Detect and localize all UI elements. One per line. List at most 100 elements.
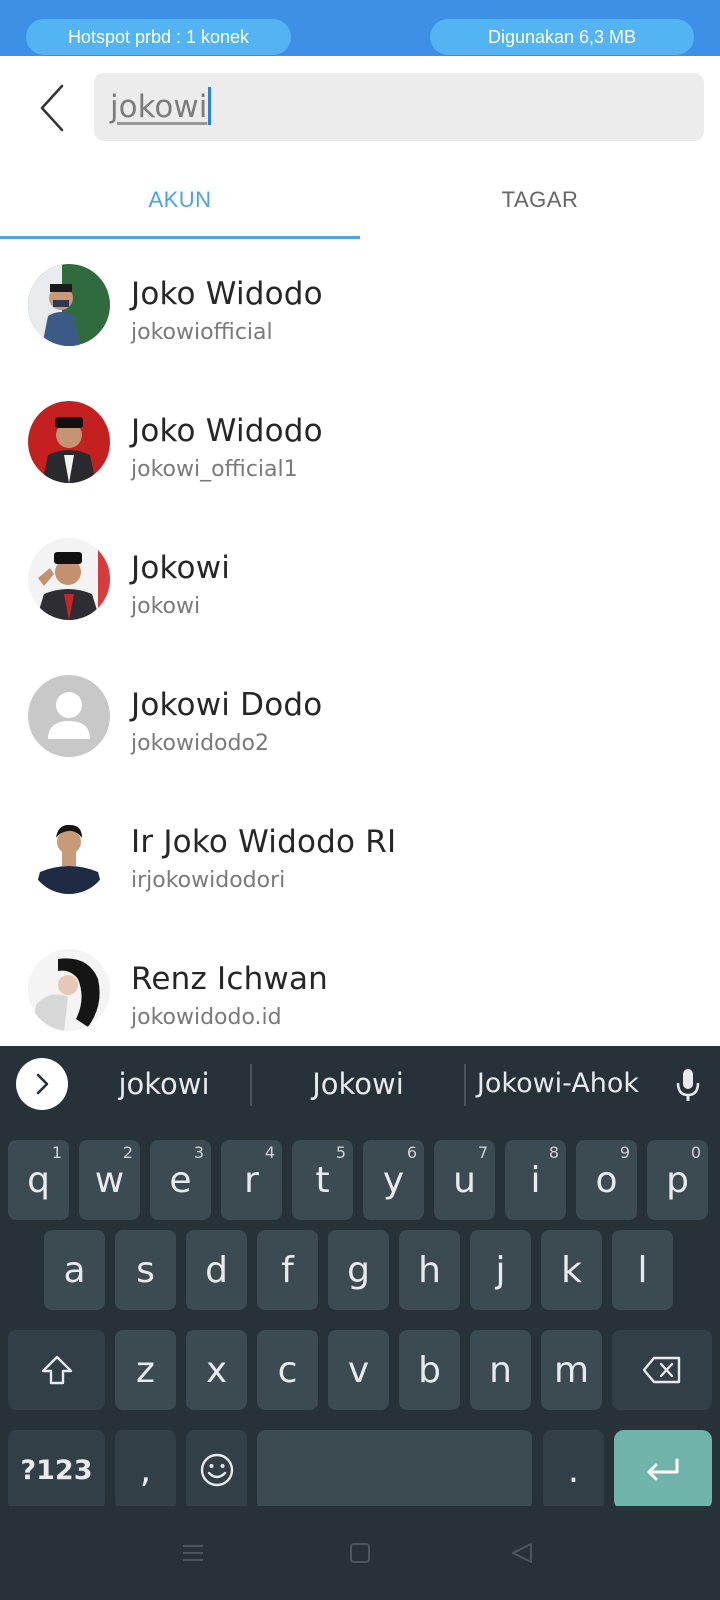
key-n[interactable]: n	[470, 1330, 531, 1410]
shift-icon	[41, 1355, 72, 1385]
voice-input-button[interactable]	[666, 1060, 710, 1110]
key-g[interactable]: g	[328, 1230, 389, 1310]
enter-icon	[647, 1458, 679, 1481]
key-k[interactable]: k	[541, 1230, 602, 1310]
key-o[interactable]: o9	[576, 1140, 637, 1220]
key-label: u	[453, 1159, 476, 1201]
home-icon	[350, 1543, 370, 1563]
account-name: Jokowi Dodo	[131, 687, 323, 723]
key-w[interactable]: w2	[79, 1140, 140, 1220]
avatar	[28, 812, 110, 894]
home-button[interactable]	[335, 1528, 385, 1578]
avatar	[28, 949, 110, 1031]
tab-accounts[interactable]: AKUN	[0, 160, 360, 240]
key-p[interactable]: p0	[647, 1140, 708, 1220]
key-hint: 1	[51, 1143, 62, 1162]
suggestion-bar: jokowi Jokowi Jokowi-Ahok	[0, 1046, 720, 1126]
suggestion-2[interactable]: Jokowi	[252, 1046, 464, 1122]
account-handle: jokowidodo.id	[131, 1005, 282, 1030]
account-handle: irjokowidodori	[131, 868, 286, 893]
text-caret	[208, 87, 212, 125]
enter-key[interactable]	[614, 1430, 712, 1510]
key-y[interactable]: y6	[363, 1140, 424, 1220]
key-v[interactable]: v	[328, 1330, 389, 1410]
key-b[interactable]: b	[399, 1330, 460, 1410]
key-label: p	[666, 1159, 689, 1201]
active-tab-indicator	[0, 236, 360, 239]
avatar	[28, 401, 110, 483]
key-label: r	[244, 1159, 259, 1201]
account-name: Jokowi	[131, 550, 231, 586]
list-item[interactable]: Ir Joko Widodo RI irjokowidodori	[0, 788, 720, 928]
key-label: t	[315, 1159, 330, 1201]
list-item[interactable]: Renz Ichwan jokowidodo.id	[0, 925, 720, 1046]
shift-key[interactable]	[8, 1330, 105, 1410]
key-c[interactable]: c	[257, 1330, 318, 1410]
account-handle: jokowidodo2	[131, 731, 269, 756]
back-button[interactable]	[30, 80, 76, 136]
list-item[interactable]: Jokowi jokowi	[0, 514, 720, 654]
chevron-right-icon	[36, 1073, 49, 1095]
key-u[interactable]: u7	[434, 1140, 495, 1220]
tab-bar: AKUN TAGAR	[0, 160, 720, 240]
key-d[interactable]: d	[186, 1230, 247, 1310]
key-label: q	[27, 1159, 50, 1201]
search-query[interactable]: jokowi	[110, 87, 212, 127]
tab-tags[interactable]: TAGAR	[360, 160, 720, 240]
search-input[interactable]: jokowi	[94, 73, 704, 141]
key-m[interactable]: m	[541, 1330, 602, 1410]
comma-key[interactable]: ,	[115, 1430, 176, 1510]
emoji-key[interactable]	[186, 1430, 247, 1510]
account-handle: jokowi	[131, 594, 201, 619]
system-navigation-bar	[0, 1506, 720, 1600]
space-key[interactable]	[257, 1430, 532, 1510]
account-name: Ir Joko Widodo RI	[131, 824, 397, 860]
key-a[interactable]: a	[44, 1230, 105, 1310]
key-t[interactable]: t5	[292, 1140, 353, 1220]
key-label: o	[595, 1159, 618, 1201]
key-label: e	[169, 1159, 192, 1201]
chevron-left-icon	[40, 84, 64, 132]
key-hint: 5	[335, 1143, 346, 1162]
emoji-icon	[200, 1453, 233, 1487]
key-j[interactable]: j	[470, 1230, 531, 1310]
list-item[interactable]: Joko Widodo jokowi_official1	[0, 377, 720, 517]
key-l[interactable]: l	[612, 1230, 673, 1310]
suggestion-1[interactable]: jokowi	[78, 1046, 250, 1122]
avatar	[28, 264, 110, 346]
suggestion-3[interactable]: Jokowi-Ahok	[466, 1046, 650, 1122]
microphone-icon	[676, 1069, 700, 1101]
data-usage-status: Digunakan 6,3 MB	[430, 19, 694, 55]
key-hint: 4	[264, 1143, 275, 1162]
key-q[interactable]: q1	[8, 1140, 69, 1220]
account-handle: jokowi_official1	[131, 457, 298, 482]
backspace-key[interactable]	[612, 1330, 712, 1410]
search-query-text: jokowi	[110, 89, 208, 125]
key-r[interactable]: r4	[221, 1140, 282, 1220]
hotspot-status: Hotspot prbd : 1 konek	[26, 19, 291, 55]
back-triangle-icon	[512, 1543, 532, 1563]
key-e[interactable]: e3	[150, 1140, 211, 1220]
key-f[interactable]: f	[257, 1230, 318, 1310]
key-s[interactable]: s	[115, 1230, 176, 1310]
key-hint: 0	[690, 1143, 701, 1162]
avatar	[28, 538, 110, 620]
symbols-key[interactable]: ?123	[8, 1430, 105, 1510]
recent-apps-button[interactable]	[168, 1528, 218, 1578]
key-hint: 6	[406, 1143, 417, 1162]
key-hint: 3	[193, 1143, 204, 1162]
account-results-list: Joko Widodo jokowiofficial Joko Widodo j…	[0, 240, 720, 1046]
system-back-button[interactable]	[497, 1528, 547, 1578]
key-i[interactable]: i8	[505, 1140, 566, 1220]
account-handle: jokowiofficial	[131, 320, 273, 345]
list-item[interactable]: Jokowi Dodo jokowidodo2	[0, 651, 720, 791]
expand-toolbar-button[interactable]	[16, 1058, 68, 1110]
key-z[interactable]: z	[115, 1330, 176, 1410]
key-x[interactable]: x	[186, 1330, 247, 1410]
account-name: Joko Widodo	[131, 413, 323, 449]
key-h[interactable]: h	[399, 1230, 460, 1310]
list-item[interactable]: Joko Widodo jokowiofficial	[0, 240, 720, 380]
period-key[interactable]: .	[543, 1430, 604, 1510]
account-name: Renz Ichwan	[131, 961, 329, 997]
key-label: y	[382, 1159, 405, 1201]
